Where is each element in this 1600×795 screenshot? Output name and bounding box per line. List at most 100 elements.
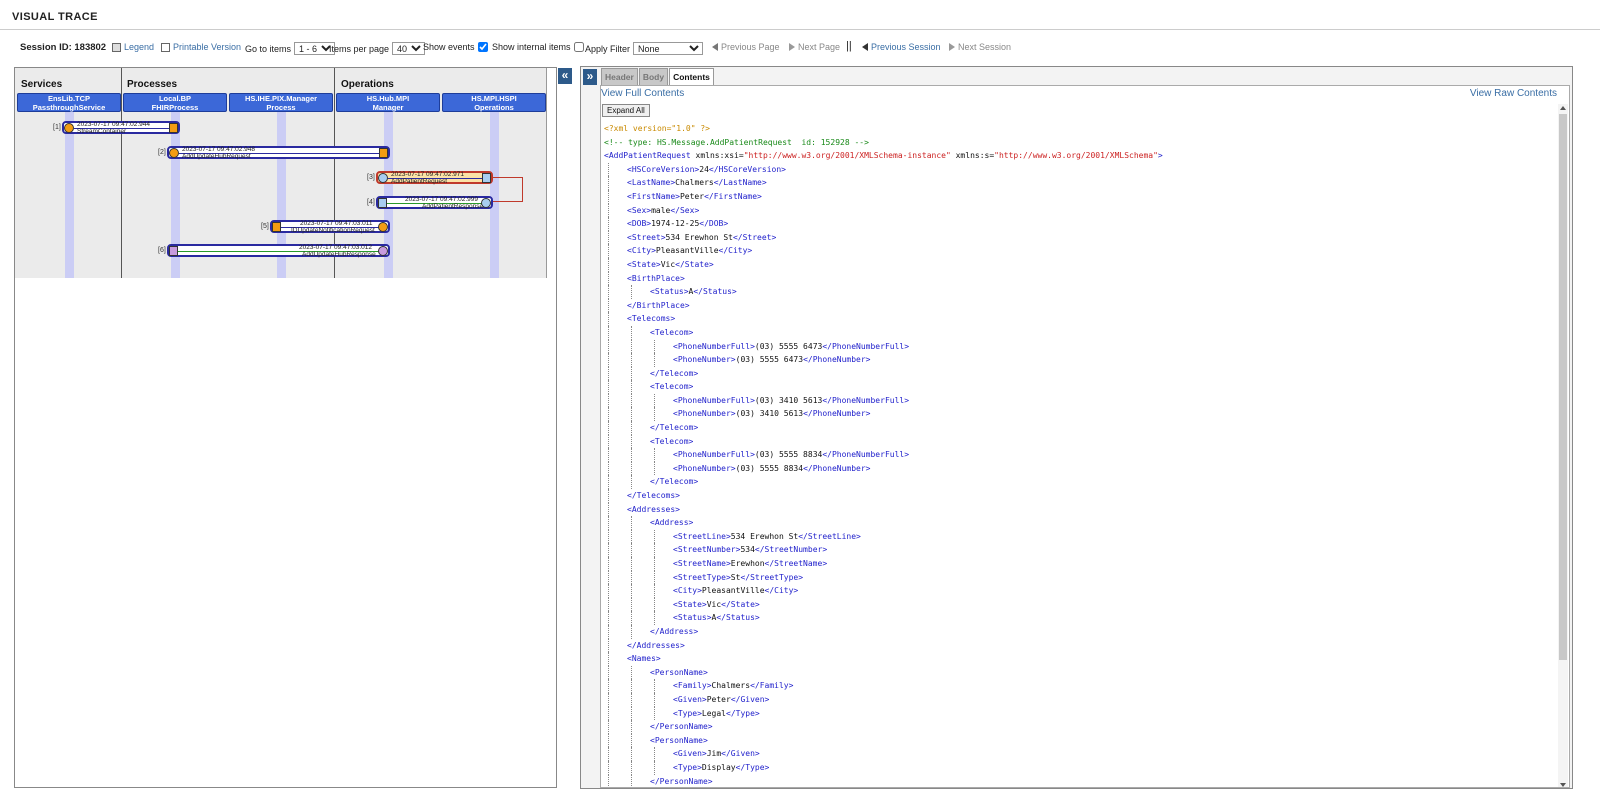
message-index: [3]	[367, 174, 375, 181]
xml-tag: </StreetType>	[740, 572, 804, 582]
message-time: 2023-07-17 09:47:02.971	[391, 171, 465, 178]
xml-tag: <LastName>	[627, 178, 676, 188]
lifeline	[65, 112, 74, 278]
indent-guide	[631, 597, 632, 612]
trace-message-5[interactable]: 2023-07-17 09:47:03.011 IDUpdateNotifica…	[270, 220, 390, 234]
vertical-scrollbar[interactable]	[1558, 104, 1568, 787]
xml-line-content: </BirthPlace>	[627, 299, 690, 313]
xml-attr-value: "http://www.w3.org/2001/XMLSchema-instan…	[743, 151, 951, 161]
message-index: [2]	[158, 149, 166, 156]
indent-guide	[631, 353, 632, 367]
host-hs-hub-mpi[interactable]: HS.Hub.MPI Manager	[336, 93, 440, 112]
xml-tag: </Type>	[726, 708, 760, 718]
show-events-checkbox[interactable]	[477, 42, 488, 52]
xml-tag: </FirstName>	[704, 191, 762, 201]
items-per-page-label: Items per page	[329, 43, 390, 54]
indent-guide	[654, 597, 655, 612]
xml-tag: <Telecom>	[650, 327, 694, 337]
xml-line-content: <Sex>male</Sex>	[627, 204, 699, 218]
indent-guide	[654, 584, 655, 598]
indent-guide	[608, 421, 609, 435]
expand-panel-button[interactable]: »	[583, 69, 597, 85]
xml-tag: <State>	[627, 259, 661, 269]
host-hs-mpi-hspi[interactable]: HS.MPI.HSPI Operations	[442, 93, 546, 112]
view-raw-contents-link[interactable]: View Raw Contents	[1470, 88, 1557, 99]
scroll-thumb[interactable]	[1559, 114, 1567, 660]
apply-filter-select[interactable]: None	[633, 42, 704, 55]
host-enslib-tcp[interactable]: EnsLib.TCP PassthroughService	[17, 93, 121, 112]
trace-message-3[interactable]: 2023-07-17 09:47:02.971 AddPatientReques…	[376, 171, 493, 185]
show-events-label: Show events	[423, 42, 475, 52]
xml-line-content: <FirstName>Peter</FirstName>	[627, 190, 762, 204]
xml-line-content: </PersonName>	[650, 720, 713, 734]
show-internal-checkbox[interactable]	[573, 42, 584, 52]
indent-guide	[608, 353, 609, 367]
xml-value: (03) 5555 8834	[754, 450, 823, 460]
indent-guide	[654, 692, 655, 707]
indent-guide	[631, 529, 632, 544]
tab-contents[interactable]: Contents	[669, 68, 714, 85]
xml-tag: </Telecom>	[650, 368, 699, 378]
xml-tag: <PhoneNumber>	[673, 355, 736, 365]
target-square-icon	[482, 173, 491, 183]
xml-tag: </City>	[764, 586, 799, 596]
expand-all-button[interactable]: Expand All	[602, 104, 650, 117]
detail-tabs: Header Body Contents	[601, 68, 714, 86]
xml-value: PleasantVille	[701, 586, 765, 596]
trace-panel: Services Processes Operations EnsLib.TCP…	[14, 67, 557, 788]
xml-line-content: </Telecoms>	[627, 489, 680, 503]
legend-link[interactable]: Legend	[112, 42, 154, 52]
indent-guide	[608, 230, 609, 245]
xml-attr-value: "http://www.w3.org/2001/XMLSchema"	[994, 151, 1158, 161]
xml-line-content: <StreetLine>534 Erewhon St</StreetLine>	[673, 530, 861, 544]
next-page-button[interactable]: Next Page	[789, 42, 840, 52]
indent-guide	[608, 312, 609, 326]
host-local-bp[interactable]: Local.BP FHIRProcess	[123, 93, 227, 112]
next-session-button[interactable]: Next Session	[949, 42, 1011, 52]
trace-message-2[interactable]: 2023-07-17 09:47:02.948 AddUpdateHubRequ…	[167, 146, 390, 160]
triangle-right-icon	[949, 43, 955, 51]
view-full-contents-link[interactable]: View Full Contents	[601, 88, 684, 99]
items-per-page-select[interactable]: 40	[392, 42, 426, 55]
xml-line-content: <Address>	[650, 516, 693, 530]
xml-value: 534	[740, 545, 755, 555]
trace-message-6[interactable]: 2023-07-17 09:47:03.012 AddUpdateHubResp…	[167, 244, 390, 258]
host-hs-ihe-pix-manager[interactable]: HS.IHE.PIX.Manager Process	[229, 93, 333, 112]
trace-diagram: Services Processes Operations EnsLib.TCP…	[15, 68, 558, 283]
message-index: [6]	[158, 247, 166, 254]
xml-tag: <BirthPlace>	[627, 273, 685, 283]
indent-guide	[631, 448, 632, 462]
xml-value: Vic	[706, 599, 722, 609]
previous-page-button[interactable]: Previous Page	[712, 42, 780, 52]
scroll-down-arrow-icon[interactable]	[1560, 783, 1566, 787]
previous-session-button[interactable]: Previous Session	[862, 42, 941, 52]
xml-tag: </DOB>	[699, 219, 729, 229]
indent-guide	[631, 285, 632, 299]
printable-version-link[interactable]: Printable Version	[161, 42, 241, 52]
indent-guide	[608, 285, 609, 299]
xml-value: Erewhon	[730, 559, 765, 568]
indent-guide	[608, 720, 609, 734]
xml-line-content: <Status>A</Status>	[673, 611, 760, 625]
collapse-panel-button[interactable]: «	[558, 68, 572, 84]
xml-line-content: </Telecom>	[650, 367, 698, 381]
xml-value: (03) 5555 6473	[735, 355, 804, 365]
trace-message-1[interactable]: 2023-07-17 09:47:02.944 StreamContainer	[62, 121, 180, 135]
indent-guide	[631, 475, 632, 490]
xml-line-content: <State>Vic</State>	[673, 598, 760, 612]
scroll-up-arrow-icon[interactable]	[1560, 106, 1566, 110]
xml-tag: <HSCoreVersion>	[627, 164, 700, 174]
xml-value: 534 Erewhon St	[730, 531, 799, 541]
session-id-label: Session ID: 183802	[20, 42, 107, 53]
xml-value: St	[730, 572, 741, 582]
tab-body[interactable]: Body	[638, 68, 669, 85]
trace-message-4[interactable]: 2023-07-17 09:47:02.999 AddPatientRespon…	[376, 196, 493, 210]
apply-filter: Apply Filter None	[585, 42, 704, 55]
xml-tag: <Street>	[627, 232, 666, 242]
triangle-right-icon	[789, 43, 795, 51]
message-index: [5]	[261, 223, 269, 230]
xml-tag: </PersonName>	[650, 776, 713, 786]
message-name: AddPatientRequest	[391, 178, 448, 185]
tab-header[interactable]: Header	[601, 68, 638, 85]
indent-guide	[608, 584, 609, 598]
